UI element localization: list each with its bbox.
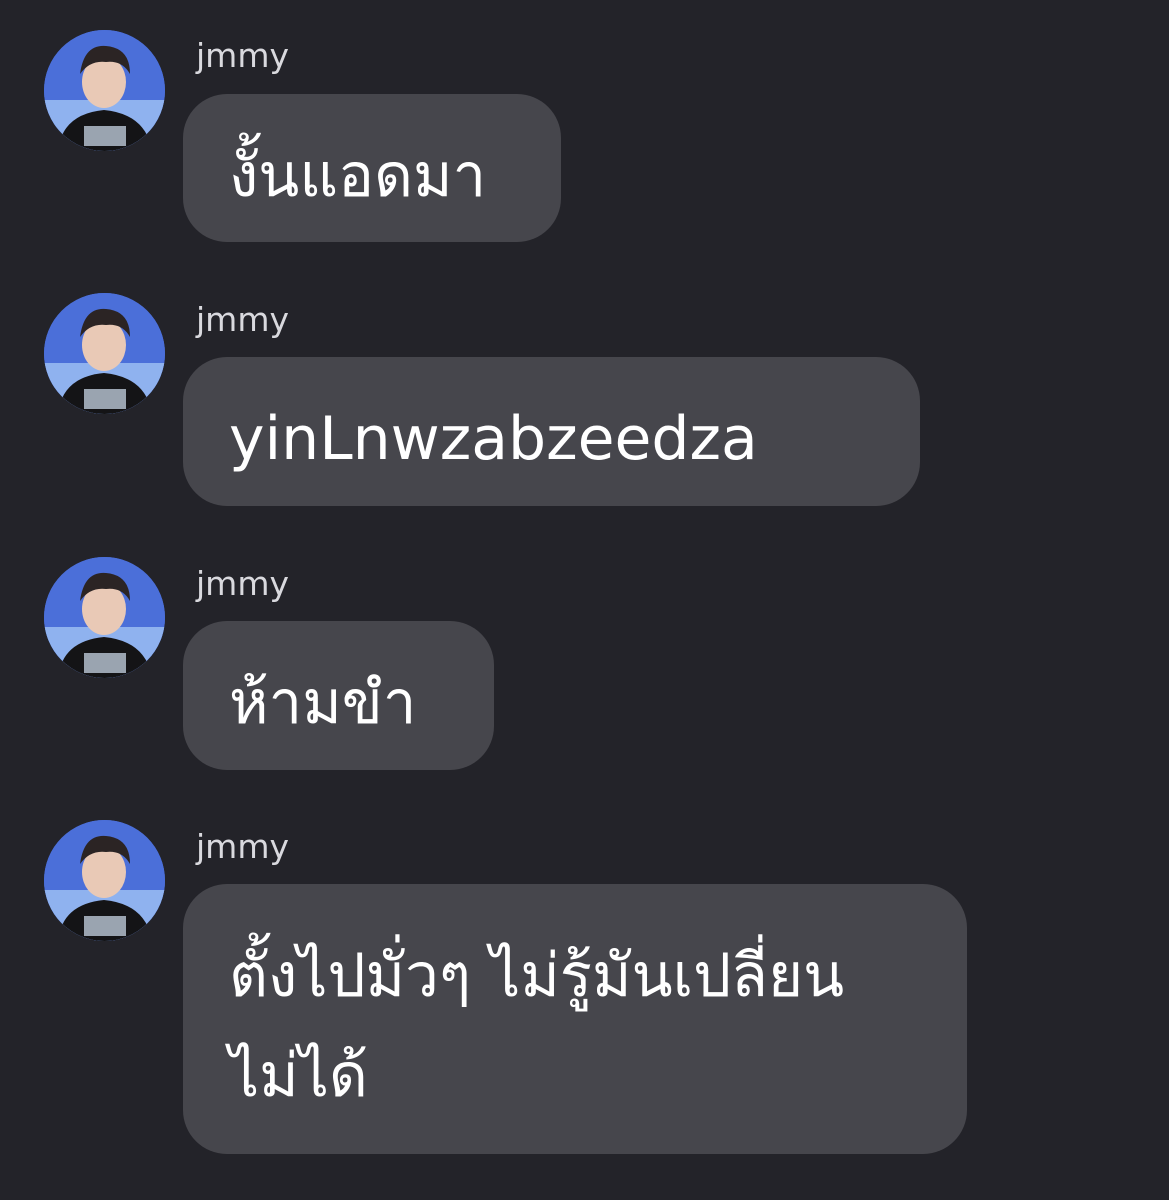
message-bubble: ห้ามขำ bbox=[183, 621, 494, 770]
message-bubble: yinLnwzabzeedza bbox=[183, 357, 920, 506]
user-avatar-icon[interactable] bbox=[44, 557, 165, 678]
message-bubble: งั้นแอดมา bbox=[183, 94, 561, 242]
user-avatar-icon[interactable] bbox=[44, 30, 165, 151]
user-avatar-icon[interactable] bbox=[44, 820, 165, 941]
user-avatar-icon[interactable] bbox=[44, 293, 165, 414]
sender-name: jmmy bbox=[196, 36, 289, 75]
sender-name: jmmy bbox=[196, 300, 289, 339]
sender-name: jmmy bbox=[196, 564, 289, 603]
message-bubble: ตั้งไปมั่วๆ ไม่รู้มันเปลี่ยน ไม่ได้ bbox=[183, 884, 967, 1154]
chat-conversation: jmmy งั้นแอดมา jmmy yinLnwzabzeedza jmmy… bbox=[0, 0, 1169, 1200]
sender-name: jmmy bbox=[196, 827, 289, 866]
